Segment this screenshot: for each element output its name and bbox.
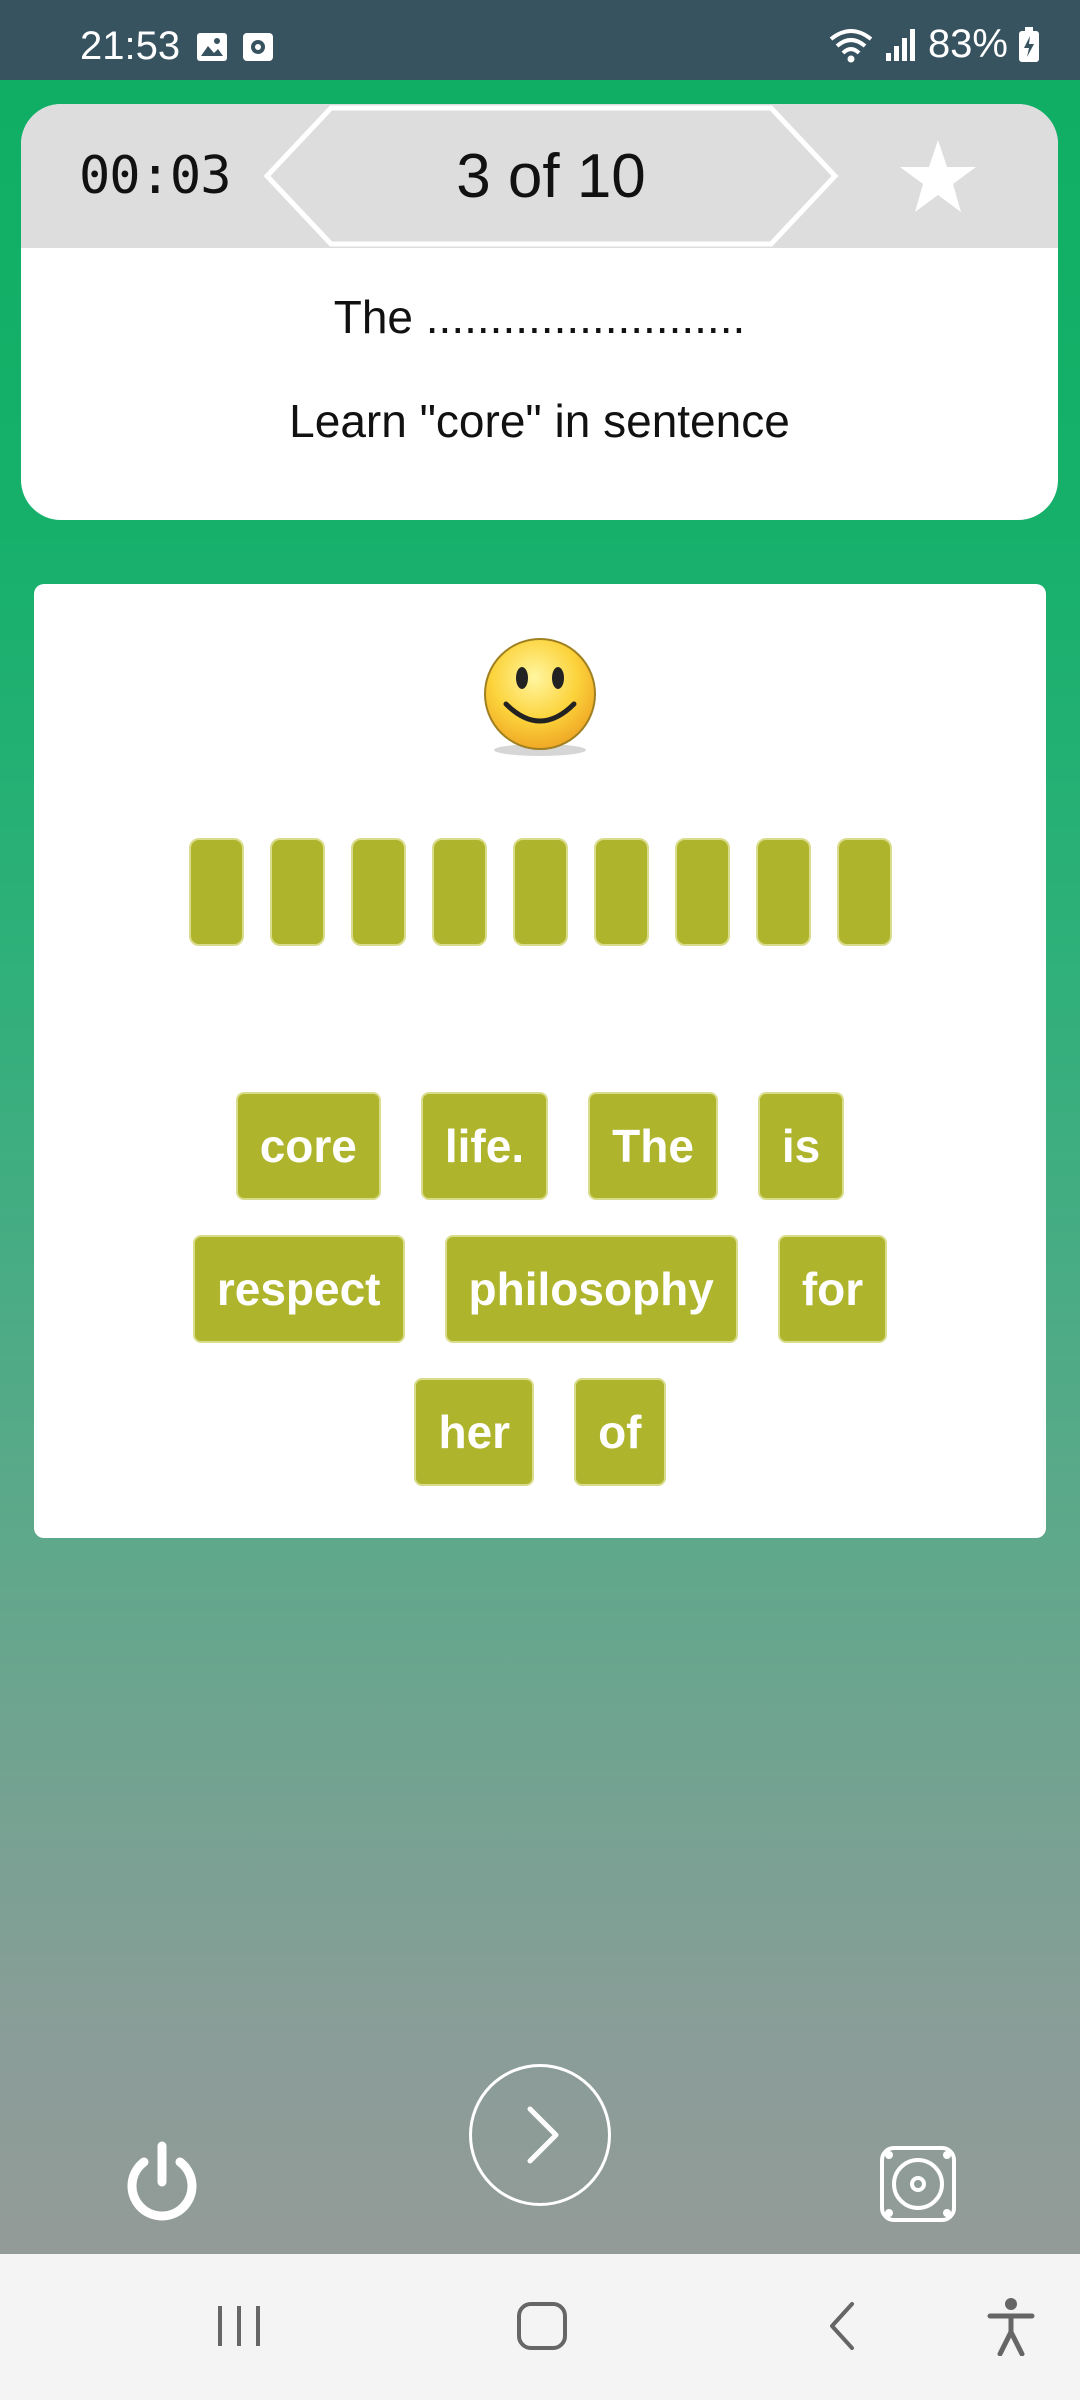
answer-slot[interactable] [755, 838, 811, 946]
answer-slot[interactable] [512, 838, 568, 946]
answer-slots [34, 838, 1046, 946]
word-tile[interactable]: is [757, 1092, 845, 1200]
recent-apps-icon[interactable] [214, 2296, 264, 2356]
signal-icon [885, 28, 915, 61]
word-tile-row-1: core life. The is [34, 1092, 1046, 1200]
back-icon[interactable] [822, 2296, 862, 2356]
answer-slot[interactable] [593, 838, 649, 946]
accessibility-icon[interactable] [986, 2296, 1036, 2356]
word-tile[interactable]: life. [420, 1092, 549, 1200]
battery-percent: 83% [927, 22, 1008, 66]
word-tile[interactable]: The [588, 1092, 718, 1200]
wifi-icon [829, 28, 873, 62]
answer-slot[interactable] [269, 838, 325, 946]
word-tile[interactable]: for [777, 1235, 888, 1343]
status-time: 21:53 [80, 24, 181, 68]
answer-slot[interactable] [431, 838, 487, 946]
word-tile[interactable]: respect [192, 1235, 405, 1343]
answer-slot[interactable] [188, 838, 244, 946]
status-right: 83% [828, 22, 1040, 67]
word-tile[interactable]: core [235, 1092, 381, 1200]
answer-slot[interactable] [350, 838, 406, 946]
word-tile[interactable]: her [414, 1378, 535, 1486]
progress-counter: 3 of 10 [456, 141, 646, 211]
sentence-placeholder: The ......................... [333, 291, 746, 343]
answer-slot[interactable] [674, 838, 730, 946]
next-button[interactable] [469, 2064, 611, 2206]
battery-icon [1019, 26, 1039, 62]
power-icon[interactable] [122, 2140, 202, 2226]
word-tile-row-2: respect philosophy for [34, 1235, 1046, 1343]
puzzle-card: core life. The is respect philosophy for her o… [34, 584, 1046, 1538]
status-bar: 21:53 83% [0, 0, 1080, 80]
question-header-card: 00:03 3 of 10 The ......................… [21, 104, 1058, 520]
gallery-notification-icon [197, 33, 227, 61]
chevron-right-icon [527, 2106, 559, 2164]
instruction-text: Learn "core" in sentence [289, 395, 790, 447]
star-icon[interactable] [898, 136, 978, 216]
system-navigation-bar [0, 2254, 1080, 2400]
home-icon[interactable] [514, 2296, 570, 2356]
speaker-icon[interactable] [878, 2144, 958, 2224]
word-tile[interactable]: philosophy [444, 1235, 738, 1343]
answer-slot[interactable] [836, 838, 892, 946]
word-tile[interactable]: of [574, 1378, 666, 1486]
word-tile-row-3: her of [34, 1378, 1046, 1486]
elapsed-timer: 00:03 [79, 146, 232, 206]
smiley-icon [484, 638, 596, 756]
app-notification-icon [243, 33, 273, 61]
